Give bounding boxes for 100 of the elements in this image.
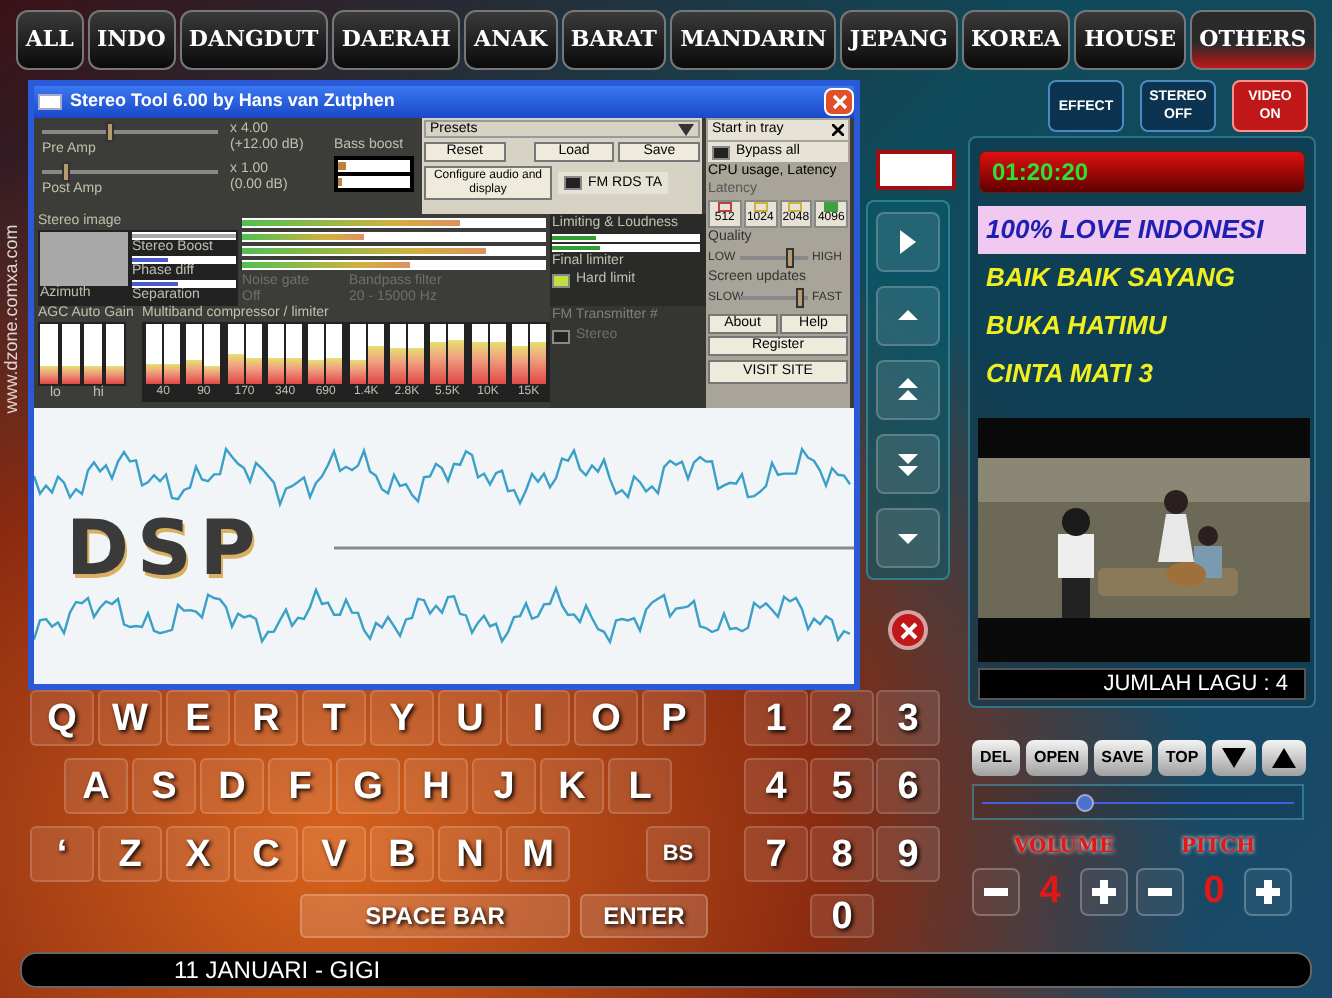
playlist-item[interactable]: 100% LOVE INDONESI bbox=[978, 206, 1306, 254]
plus-button[interactable] bbox=[1080, 868, 1128, 916]
category-tab[interactable]: HOUSE bbox=[1074, 10, 1186, 70]
keyboard-key[interactable]: J bbox=[472, 758, 536, 814]
list-button[interactable]: OPEN bbox=[1026, 740, 1088, 776]
keyboard-key[interactable]: L bbox=[608, 758, 672, 814]
slider-thumb[interactable] bbox=[785, 248, 793, 268]
volume-value: 4 bbox=[1037, 867, 1063, 916]
up-triangle-icon bbox=[1272, 748, 1297, 768]
numpad-key[interactable]: 8 bbox=[810, 826, 874, 882]
move-down-button[interactable] bbox=[1212, 740, 1257, 776]
page-down-button[interactable] bbox=[876, 433, 940, 494]
numpad-key[interactable]: 5 bbox=[810, 758, 874, 814]
keyboard-key[interactable]: E bbox=[166, 690, 230, 746]
close-icon[interactable] bbox=[832, 124, 844, 136]
stereo-checkbox[interactable] bbox=[552, 329, 570, 343]
numpad-key[interactable]: 0 bbox=[810, 894, 874, 938]
keyboard-key[interactable]: U bbox=[438, 690, 502, 746]
category-tab[interactable]: DAERAH bbox=[332, 10, 461, 70]
keyboard-key[interactable]: I bbox=[506, 690, 570, 746]
numpad-key[interactable]: 3 bbox=[876, 690, 940, 746]
keyboard-key[interactable]: Q bbox=[30, 690, 94, 746]
keyboard-key[interactable]: T bbox=[302, 690, 366, 746]
seek-slider[interactable] bbox=[972, 784, 1304, 820]
category-tab[interactable]: BARAT bbox=[561, 10, 667, 70]
minus-button[interactable] bbox=[1136, 868, 1184, 916]
category-tab[interactable]: MANDARIN bbox=[670, 10, 837, 70]
keyboard-key[interactable]: B bbox=[370, 826, 434, 882]
playlist-item[interactable]: BUKA HATIMU bbox=[978, 302, 1306, 350]
minus-button[interactable] bbox=[972, 868, 1020, 916]
song-count: JUMLAH LAGU : 4 bbox=[978, 668, 1306, 700]
amp-slider[interactable] bbox=[42, 162, 218, 182]
playlist-item[interactable]: BAIK BAIK SAYANG bbox=[978, 254, 1306, 302]
numpad-key[interactable]: 2 bbox=[810, 690, 874, 746]
keyboard-key[interactable]: P bbox=[642, 690, 706, 746]
keyboard-key[interactable]: Y bbox=[370, 690, 434, 746]
slider-thumb[interactable] bbox=[795, 288, 804, 308]
slider-thumb[interactable] bbox=[105, 122, 114, 142]
search-field[interactable] bbox=[876, 150, 956, 190]
keyboard-key[interactable]: M bbox=[506, 826, 570, 882]
keyboard-key[interactable]: D bbox=[200, 758, 264, 814]
down-button[interactable] bbox=[876, 507, 940, 568]
now-playing-bar: 11 JANUARI - GIGI bbox=[20, 952, 1312, 988]
updates-slider[interactable] bbox=[740, 288, 808, 308]
play-button[interactable] bbox=[876, 212, 940, 273]
numpad-key[interactable]: 9 bbox=[876, 826, 940, 882]
website-url: www.dzone.comxa.com bbox=[1, 222, 23, 418]
enter-key[interactable]: ENTER bbox=[580, 894, 708, 938]
list-button[interactable]: TOP bbox=[1157, 740, 1207, 776]
keyboard-key[interactable]: N bbox=[438, 826, 502, 882]
category-tab[interactable]: INDO bbox=[87, 10, 176, 70]
close-button[interactable] bbox=[888, 610, 928, 650]
keyboard-key[interactable]: A bbox=[64, 758, 128, 814]
page-up-button[interactable] bbox=[876, 359, 940, 420]
double-down-icon bbox=[894, 449, 922, 478]
hard-limit-checkbox[interactable] bbox=[552, 273, 570, 287]
dsp-logo: DSP bbox=[66, 508, 264, 588]
stereo-image-display bbox=[40, 232, 128, 286]
keyboard-key[interactable]: S bbox=[132, 758, 196, 814]
amp-slider[interactable] bbox=[42, 122, 218, 142]
numpad-key[interactable]: 7 bbox=[744, 826, 808, 882]
keyboard-key[interactable]: O bbox=[574, 690, 638, 746]
fm-rds-checkbox[interactable] bbox=[564, 176, 582, 190]
window-icon bbox=[38, 94, 62, 110]
slider-thumb[interactable] bbox=[62, 162, 71, 182]
category-tab[interactable]: ALL bbox=[16, 10, 84, 70]
category-tab[interactable]: OTHERS bbox=[1189, 10, 1317, 70]
backspace-key[interactable]: BS bbox=[646, 826, 710, 882]
slider-thumb[interactable] bbox=[1076, 794, 1095, 812]
category-tab[interactable]: ANAK bbox=[464, 10, 558, 70]
numpad-key[interactable]: 6 bbox=[876, 758, 940, 814]
list-button[interactable]: DEL bbox=[972, 740, 1020, 776]
keyboard-key[interactable]: C bbox=[234, 826, 298, 882]
plus-button[interactable] bbox=[1244, 868, 1292, 916]
pitch-value: 0 bbox=[1201, 867, 1227, 916]
window-close-button[interactable] bbox=[824, 88, 854, 116]
move-up-button[interactable] bbox=[1262, 740, 1307, 776]
close-icon bbox=[831, 94, 847, 110]
category-tab[interactable]: KOREA bbox=[961, 10, 1071, 70]
keyboard-key[interactable]: G bbox=[336, 758, 400, 814]
list-button[interactable]: SAVE bbox=[1093, 740, 1152, 776]
keyboard-key[interactable]: H bbox=[404, 758, 468, 814]
space-bar-key[interactable]: SPACE BAR bbox=[300, 894, 570, 938]
keyboard-key[interactable]: W bbox=[98, 690, 162, 746]
keyboard-key[interactable]: K bbox=[540, 758, 604, 814]
keyboard-key[interactable]: ‘ bbox=[30, 826, 94, 882]
category-tab[interactable]: JEPANG bbox=[840, 10, 958, 70]
bypass-checkbox[interactable] bbox=[712, 145, 730, 159]
double-up-icon bbox=[894, 375, 922, 404]
keyboard-key[interactable]: F bbox=[268, 758, 332, 814]
keyboard-key[interactable]: Z bbox=[98, 826, 162, 882]
numpad-key[interactable]: 4 bbox=[744, 758, 808, 814]
keyboard-key[interactable]: X bbox=[166, 826, 230, 882]
up-button[interactable] bbox=[876, 286, 940, 347]
dropdown-arrow-icon[interactable] bbox=[678, 123, 694, 135]
quality-slider[interactable] bbox=[740, 248, 808, 268]
playlist-item[interactable]: CINTA MATI 3 bbox=[978, 350, 1306, 398]
keyboard-key[interactable]: R bbox=[234, 690, 298, 746]
category-tab[interactable]: DANGDUT bbox=[179, 10, 329, 70]
numpad-key[interactable]: 1 bbox=[744, 690, 808, 746]
